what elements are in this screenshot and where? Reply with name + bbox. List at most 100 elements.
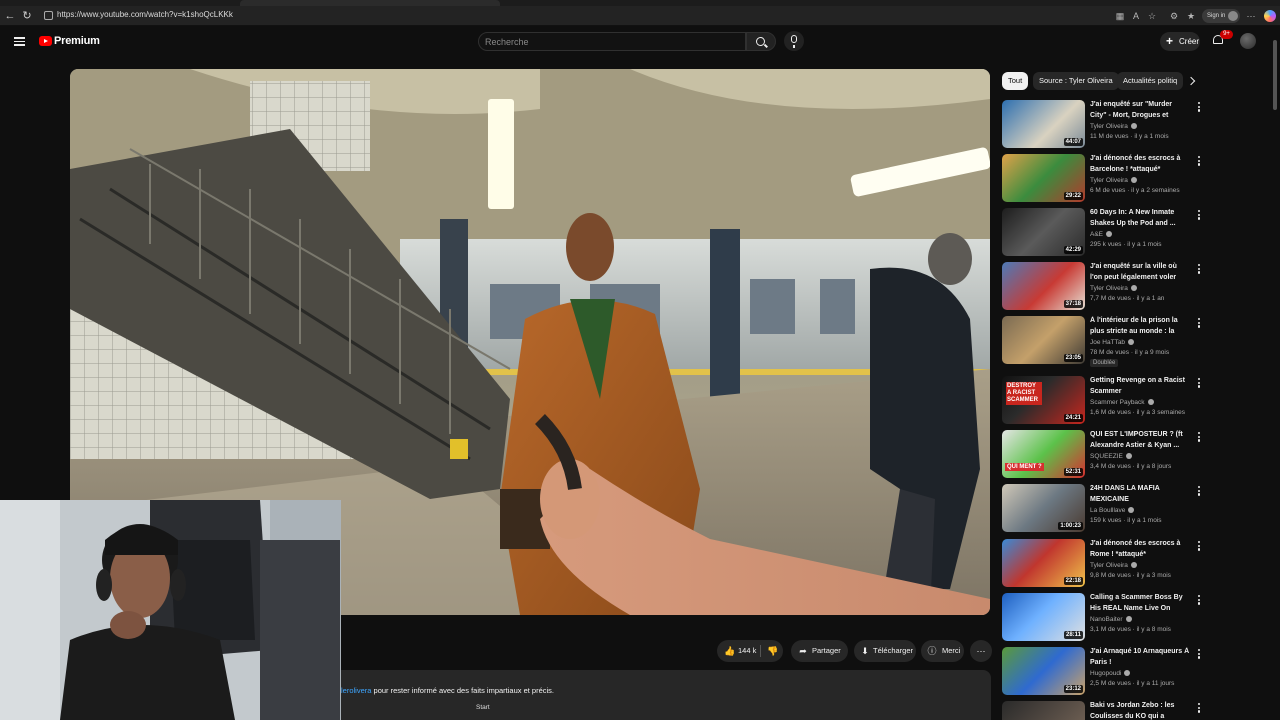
more-vertical-icon[interactable] (1196, 432, 1202, 444)
chip-politics[interactable]: Actualités politiq (1117, 72, 1184, 90)
recommendation-thumbnail[interactable]: 22:18 (1002, 539, 1085, 587)
apps-grid-icon[interactable]: ▦ (1114, 10, 1126, 22)
copilot-icon[interactable] (1264, 10, 1276, 22)
more-vertical-icon[interactable] (1196, 595, 1202, 607)
voice-search-button[interactable] (784, 31, 804, 51)
more-vertical-icon[interactable] (1196, 541, 1202, 553)
video-description[interactable]: lerolivera pour rester informé avec des … (341, 670, 991, 720)
more-menu-icon[interactable]: ⋯ (1245, 10, 1257, 22)
recommendation-title[interactable]: À l'intérieur de la prison la plus stric… (1090, 316, 1190, 337)
chip-all[interactable]: Tout (1002, 72, 1029, 90)
recommendation-item[interactable]: Baki vs Jordan Zebo : les Coulisses du K… (1002, 701, 1207, 720)
notifications-bell-icon[interactable]: 9+ (1212, 30, 1233, 47)
recommendation-item[interactable]: 23:05 À l'intérieur de la prison la plus … (1002, 316, 1207, 368)
reload-icon[interactable]: ↻ (20, 9, 34, 23)
page-scrollbar[interactable] (1272, 30, 1278, 720)
back-arrow-icon[interactable]: ← (3, 9, 17, 23)
read-aloud-icon[interactable]: A (1130, 10, 1142, 22)
account-avatar[interactable] (1240, 33, 1256, 49)
extensions-icon[interactable]: ⚙ (1168, 10, 1180, 22)
recommendation-item[interactable]: 44:07 J'ai enquêté sur "Murder City" - Mo… (1002, 100, 1207, 152)
more-vertical-icon[interactable] (1196, 210, 1202, 222)
recommendation-title[interactable]: 60 Days In: A New Inmate Shakes Up the P… (1090, 208, 1190, 229)
recommendation-item[interactable]: 29:22 J'ai dénoncé des escrocs à Barcelon… (1002, 154, 1207, 206)
thanks-button[interactable]: ⓘ Merci (921, 640, 964, 662)
recommendation-channel[interactable]: Hugopoudi (1090, 670, 1131, 677)
recommendation-thumbnail[interactable]: 1:00:23 (1002, 484, 1085, 532)
recommendation-channel[interactable]: Tyler Oliveira (1090, 177, 1137, 184)
favorites-icon[interactable]: ★ (1185, 10, 1197, 22)
recommendation-channel[interactable]: Scammer Payback (1090, 399, 1154, 406)
recommendation-item[interactable]: 42:29 60 Days In: A New Inmate Shakes Up … (1002, 208, 1207, 260)
recommendation-thumbnail[interactable]: 29:22 (1002, 154, 1085, 202)
chips-next-arrow-icon[interactable] (1186, 76, 1196, 86)
verified-check-icon (1130, 123, 1137, 130)
more-vertical-icon[interactable] (1196, 156, 1202, 168)
recommendation-title[interactable]: 24H DANS LA MAFIA MEXICAINE (1090, 484, 1190, 505)
recommendation-item[interactable]: QUI MENT ? 52:31 QUI EST L'IMPOSTEUR ? (ft… (1002, 430, 1207, 482)
recommendation-title[interactable]: Getting Revenge on a Racist Scammer (1090, 376, 1190, 397)
scrollbar-thumb[interactable] (1273, 40, 1277, 110)
verified-check-icon (1128, 507, 1135, 514)
share-button[interactable]: ➦ Partager (791, 640, 848, 662)
verified-check-icon (1106, 231, 1113, 238)
recommendation-channel[interactable]: Tyler Oliveira (1090, 562, 1137, 569)
recommendation-title[interactable]: Calling a Scammer Boss By His REAL Name … (1090, 593, 1190, 614)
recommendation-title[interactable]: J'ai enquêté sur la ville où l'on peut l… (1090, 262, 1190, 283)
more-vertical-icon[interactable] (1196, 649, 1202, 661)
site-info-icon[interactable] (44, 11, 53, 20)
recommendation-title[interactable]: J'ai Arnaqué 10 Arnaqueurs À Paris ! (1090, 647, 1190, 668)
recommendation-thumbnail[interactable]: 44:07 (1002, 100, 1085, 148)
recommendation-item[interactable]: 22:18 J'ai dénoncé des escrocs à Rome ! *… (1002, 539, 1207, 591)
recommendation-thumbnail[interactable]: 23:05 (1002, 316, 1085, 364)
more-vertical-icon[interactable] (1196, 102, 1202, 114)
recommendation-item[interactable]: 28:11 Calling a Scammer Boss By His REAL … (1002, 593, 1207, 645)
description-link[interactable]: lerolivera (341, 686, 371, 695)
recommendation-channel[interactable]: A&E (1090, 231, 1113, 238)
recommendation-item[interactable]: 1:00:23 24H DANS LA MAFIA MEXICAINE La Bou… (1002, 484, 1207, 536)
more-horizontal-icon: ⋯ (976, 646, 986, 656)
recommendation-thumbnail[interactable]: DESTROY A RACIST SCAMMER 24:21 (1002, 376, 1085, 424)
more-vertical-icon[interactable] (1196, 318, 1202, 330)
recommendation-title[interactable]: J'ai dénoncé des escrocs à Rome ! *attaq… (1090, 539, 1190, 560)
recommendation-title[interactable]: Baki vs Jordan Zebo : les Coulisses du K… (1090, 701, 1190, 720)
search-input[interactable] (485, 35, 735, 49)
recommendation-thumbnail[interactable]: QUI MENT ? 52:31 (1002, 430, 1085, 478)
thumbs-up-icon[interactable]: 👍 (724, 646, 735, 656)
recommendation-thumbnail[interactable]: 23:12 (1002, 647, 1085, 695)
more-actions-button[interactable]: ⋯ (970, 640, 992, 662)
more-vertical-icon[interactable] (1196, 264, 1202, 276)
recommendation-item[interactable]: 23:12 J'ai Arnaqué 10 Arnaqueurs À Paris … (1002, 647, 1207, 699)
like-count[interactable]: 144 k (738, 640, 756, 662)
thumbs-down-icon[interactable]: 👎 (767, 646, 778, 656)
create-button[interactable]: + Créer (1160, 32, 1200, 51)
recommendation-channel[interactable]: SQUEEZIE (1090, 453, 1132, 460)
recommendation-thumbnail[interactable]: 37:18 (1002, 262, 1085, 310)
recommendation-channel[interactable]: NanoBaiter (1090, 616, 1132, 623)
signin-button[interactable]: Sign in (1202, 9, 1240, 23)
favorite-star-icon[interactable]: ☆ (1146, 10, 1158, 22)
recommendation-channel[interactable]: Joe HaTTab (1090, 339, 1135, 346)
more-vertical-icon[interactable] (1196, 703, 1202, 715)
recommendation-thumbnail[interactable]: 42:29 (1002, 208, 1085, 256)
download-button[interactable]: ⬇ Télécharger (854, 640, 916, 662)
recommendation-item[interactable]: DESTROY A RACIST SCAMMER 24:21 Getting Rev… (1002, 376, 1207, 428)
more-vertical-icon[interactable] (1196, 378, 1202, 390)
recommendation-channel[interactable]: La Boulllave (1090, 507, 1135, 514)
search-button[interactable] (746, 32, 776, 51)
recommendation-channel[interactable]: Tyler Oliveira (1090, 123, 1137, 130)
url-field[interactable]: https://www.youtube.com/watch?v=k1shoQcL… (40, 8, 1100, 24)
recommendation-thumbnail[interactable] (1002, 701, 1085, 720)
channel-name: Tyler Oliveira (1090, 177, 1128, 184)
recommendation-item[interactable]: 37:18 J'ai enquêté sur la ville où l'on p… (1002, 262, 1207, 314)
recommendation-title[interactable]: QUI EST L'IMPOSTEUR ? (ft Alexandre Asti… (1090, 430, 1190, 451)
recommendation-title[interactable]: J'ai enquêté sur "Murder City" - Mort, D… (1090, 100, 1190, 121)
menu-hamburger-icon[interactable] (14, 37, 25, 46)
chapter-start-label[interactable]: Start (476, 704, 490, 711)
recommendation-meta: 3,1 M de vues · il y a 8 mois (1090, 626, 1171, 633)
chip-source[interactable]: Source : Tyler Oliveira (1033, 72, 1119, 90)
recommendation-title[interactable]: J'ai dénoncé des escrocs à Barcelone ! *… (1090, 154, 1190, 175)
recommendation-thumbnail[interactable]: 28:11 (1002, 593, 1085, 641)
more-vertical-icon[interactable] (1196, 486, 1202, 498)
recommendation-channel[interactable]: Tyler Oliveira (1090, 285, 1137, 292)
